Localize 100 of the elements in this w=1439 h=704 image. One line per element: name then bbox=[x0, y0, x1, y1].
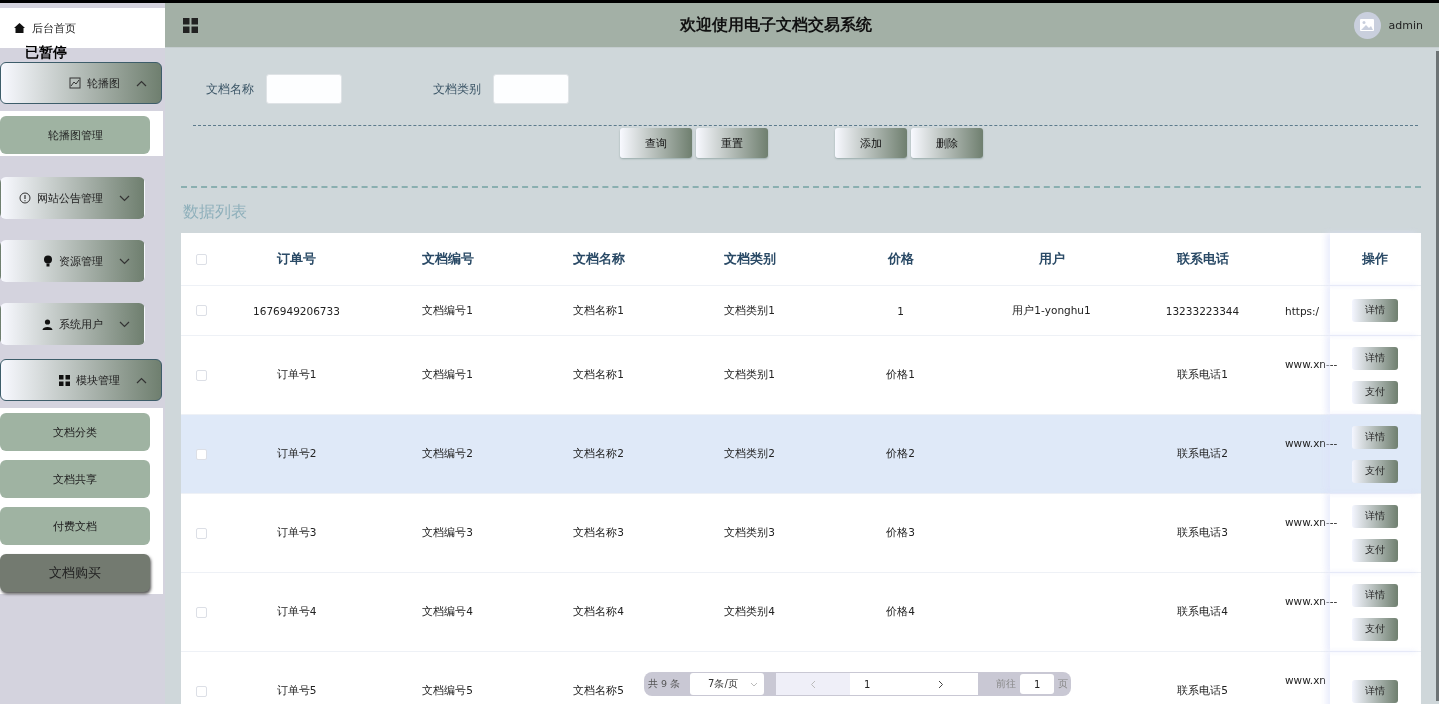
scrollbar[interactable] bbox=[1436, 51, 1439, 701]
caret-up-icon bbox=[136, 376, 147, 384]
menu-group[interactable]: 模块管理 bbox=[0, 359, 162, 401]
row-action-button[interactable]: 详情 bbox=[1352, 583, 1398, 607]
table-cell: 用户1-yonghu1 bbox=[1012, 303, 1091, 318]
home-icon bbox=[14, 23, 25, 33]
row-action-button[interactable]: 详情 bbox=[1352, 504, 1398, 528]
search-button[interactable]: 重置 bbox=[696, 128, 768, 158]
submenu-item[interactable]: 文档购买 bbox=[0, 554, 150, 592]
page-size-select[interactable]: 7条/页 bbox=[690, 673, 765, 695]
menu-group-label: 模块管理 bbox=[76, 372, 120, 388]
bulb-icon bbox=[43, 255, 53, 267]
row-action-button[interactable]: 支付 bbox=[1352, 538, 1398, 562]
checkbox[interactable] bbox=[195, 305, 207, 316]
grid-icon bbox=[59, 374, 70, 386]
checkbox[interactable] bbox=[195, 527, 207, 539]
image-icon bbox=[69, 77, 81, 89]
table-cell: 订单号3 bbox=[276, 526, 317, 540]
table-cell: 文档编号4 bbox=[422, 605, 473, 619]
menu-group[interactable]: 轮播图 bbox=[0, 62, 162, 104]
user-icon bbox=[42, 318, 53, 330]
row-action-button[interactable]: 详情 bbox=[1352, 299, 1398, 322]
table-cell: 联系电话3 bbox=[1177, 526, 1228, 540]
menu-group[interactable]: 系统用户 bbox=[0, 303, 145, 345]
input-field[interactable] bbox=[266, 74, 342, 104]
user-name[interactable]: admin bbox=[1388, 18, 1423, 32]
column-header: 价格 bbox=[886, 250, 915, 268]
menu-group-label: 系统用户 bbox=[59, 316, 103, 332]
row-action-button[interactable]: 支付 bbox=[1352, 380, 1398, 404]
table-cell: 价格3 bbox=[886, 526, 915, 540]
checkbox[interactable] bbox=[195, 606, 207, 618]
input-field[interactable] bbox=[493, 74, 569, 104]
section-title: 数据列表 bbox=[183, 202, 248, 223]
chevron-left-icon bbox=[810, 679, 817, 689]
goto-page-field[interactable]: 1 bbox=[1020, 674, 1055, 694]
menu-group[interactable]: 资源管理 bbox=[0, 240, 145, 282]
total-count: 共 9 条 bbox=[648, 677, 681, 691]
field-label: 文档名称 bbox=[206, 80, 254, 98]
page-number[interactable]: 1 bbox=[850, 673, 905, 695]
table-cell: 文档类别1 bbox=[724, 368, 775, 382]
column-header: 文档名称 bbox=[571, 250, 626, 268]
table-cell: 订单号4 bbox=[276, 605, 317, 619]
table-cell: 文档名称4 bbox=[573, 605, 624, 619]
page-suffix: 页 bbox=[1058, 677, 1069, 691]
table-cell: 文档名称1 bbox=[573, 368, 624, 382]
checkbox[interactable] bbox=[195, 685, 207, 697]
submenu-item[interactable]: 轮播图管理 bbox=[0, 116, 150, 154]
row-action-button[interactable]: 详情 bbox=[1352, 679, 1398, 703]
table-cell: 文档类别4 bbox=[724, 605, 775, 619]
chevron-right-icon bbox=[938, 679, 945, 689]
table-cell: 文档名称2 bbox=[573, 447, 624, 461]
checkbox[interactable] bbox=[195, 369, 207, 381]
table-cell: 文档类别1 bbox=[724, 303, 775, 318]
row-action-button[interactable]: 支付 bbox=[1352, 617, 1398, 641]
checkbox[interactable] bbox=[195, 253, 207, 265]
goto-label: 前往 bbox=[996, 677, 1017, 691]
table-cell: 文档编号5 bbox=[422, 684, 473, 698]
menu-group-label: 轮播图 bbox=[87, 75, 120, 91]
row-action-button[interactable]: 详情 bbox=[1352, 425, 1398, 449]
table-cell: 价格2 bbox=[886, 447, 915, 461]
table-cell: 联系电话1 bbox=[1177, 368, 1228, 382]
table-cell: 订单号2 bbox=[276, 447, 317, 461]
next-page-button[interactable] bbox=[904, 673, 979, 695]
table-cell: www.xn--- bbox=[1285, 358, 1338, 370]
avatar-icon[interactable] bbox=[1353, 11, 1381, 39]
info-icon bbox=[19, 192, 31, 204]
table-cell: 文档名称5 bbox=[573, 684, 624, 698]
table-cell: https:/ bbox=[1285, 304, 1320, 317]
caret-up-icon bbox=[136, 79, 147, 87]
menu-group-label: 资源管理 bbox=[59, 253, 103, 269]
page-title: 欢迎使用电子文档交易系统 bbox=[678, 14, 873, 36]
submenu-item[interactable]: 付费文档 bbox=[0, 507, 150, 545]
row-action-button[interactable]: 支付 bbox=[1352, 459, 1398, 483]
table-cell: 文档编号3 bbox=[422, 526, 473, 540]
table-cell: 文档类别3 bbox=[724, 526, 775, 540]
caret-down-icon bbox=[119, 257, 130, 265]
table-cell: 文档名称3 bbox=[573, 526, 624, 540]
action-button[interactable]: 添加 bbox=[835, 128, 907, 158]
table-cell: 文档编号1 bbox=[422, 303, 473, 318]
checkbox[interactable] bbox=[195, 448, 207, 460]
table-cell: 联系电话5 bbox=[1177, 684, 1228, 698]
column-header: 用户 bbox=[1037, 250, 1066, 268]
table-cell: 文档编号2 bbox=[422, 447, 473, 461]
row-action-button[interactable]: 详情 bbox=[1352, 346, 1398, 370]
field-label: 文档类别 bbox=[433, 80, 481, 98]
prev-page-button[interactable] bbox=[776, 673, 851, 695]
action-button[interactable]: 删除 bbox=[911, 128, 983, 158]
menu-icon[interactable] bbox=[183, 17, 198, 33]
column-header: 联系电话 bbox=[1175, 250, 1230, 268]
table-cell: 文档名称1 bbox=[573, 303, 624, 318]
menu-group[interactable]: 网站公告管理 bbox=[0, 177, 145, 219]
column-header: 文档类别 bbox=[722, 250, 777, 268]
caret-down-icon bbox=[119, 320, 130, 328]
table-cell: www.xn--- bbox=[1285, 516, 1338, 528]
table-cell: 价格1 bbox=[886, 368, 915, 382]
search-button[interactable]: 查询 bbox=[620, 128, 692, 158]
submenu-item[interactable]: 文档共享 bbox=[0, 460, 150, 498]
table-cell: 1676949206733 bbox=[253, 304, 340, 317]
table-cell: 订单号5 bbox=[276, 684, 317, 698]
submenu-item[interactable]: 文档分类 bbox=[0, 413, 150, 451]
